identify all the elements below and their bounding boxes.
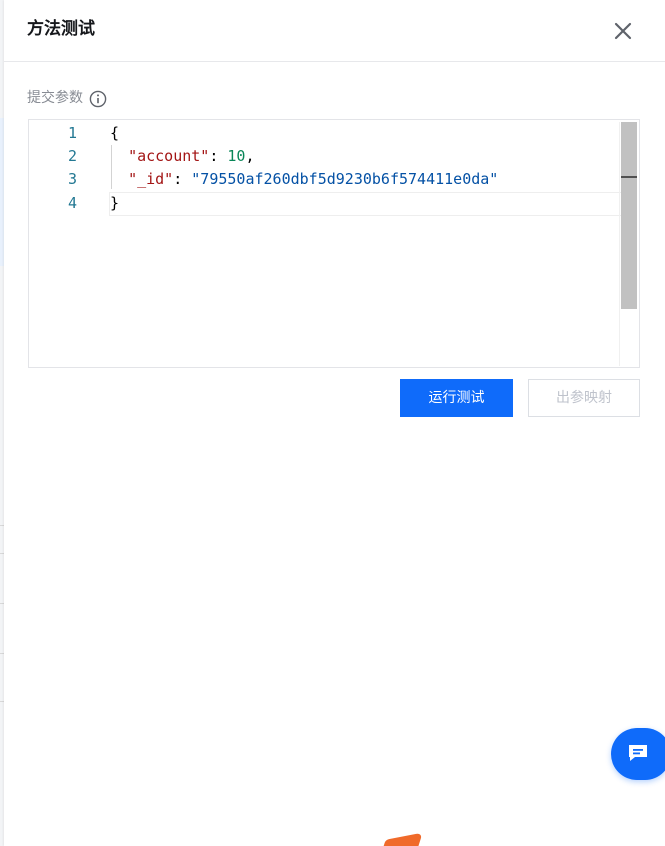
line-number: 3 bbox=[67, 170, 77, 188]
json-key: "account" bbox=[128, 147, 210, 165]
editor-scrollbar[interactable] bbox=[619, 122, 637, 366]
params-label: 提交参数 bbox=[27, 90, 83, 106]
json-colon: : bbox=[173, 170, 192, 188]
dialog-title: 方法测试 bbox=[27, 19, 95, 39]
line-number: 1 bbox=[67, 124, 77, 142]
info-circle-icon[interactable] bbox=[89, 90, 107, 108]
method-test-dialog: 方法测试 提交参数 1 2 3 4 { "account": 10, "_id"… bbox=[4, 0, 665, 846]
code-line-3: "_id": "79550af260dbf5d9230b6f574411e0da… bbox=[110, 168, 498, 191]
line-number-gutter: 1 2 3 4 bbox=[29, 120, 99, 367]
scrollbar-thumb[interactable] bbox=[621, 122, 637, 309]
run-test-button[interactable]: 运行测试 bbox=[400, 379, 513, 417]
code-line-4: } bbox=[110, 192, 119, 215]
json-close-brace: } bbox=[110, 194, 120, 212]
dialog-header: 方法测试 bbox=[4, 0, 665, 62]
scrollbar-cursor-marker bbox=[621, 176, 637, 178]
json-number-value: 10 bbox=[227, 147, 246, 165]
close-icon[interactable] bbox=[610, 18, 636, 44]
json-open-brace: { bbox=[110, 124, 120, 142]
json-colon: : bbox=[209, 147, 228, 165]
chat-button[interactable] bbox=[611, 728, 665, 780]
current-line-highlight bbox=[109, 192, 635, 216]
json-key: "_id" bbox=[128, 170, 174, 188]
code-line-1: { bbox=[110, 122, 119, 145]
line-number: 2 bbox=[67, 147, 77, 165]
json-comma: , bbox=[245, 147, 255, 165]
chat-bubble-icon bbox=[629, 745, 647, 761]
output-mapping-button[interactable]: 出参映射 bbox=[528, 379, 640, 417]
code-line-2: "account": 10, bbox=[110, 145, 255, 168]
json-string-value: "79550af260dbf5d9230b6f574411e0da" bbox=[191, 170, 499, 188]
line-number: 4 bbox=[67, 194, 77, 212]
json-code-editor[interactable]: 1 2 3 4 { "account": 10, "_id": "79550af… bbox=[28, 119, 640, 368]
